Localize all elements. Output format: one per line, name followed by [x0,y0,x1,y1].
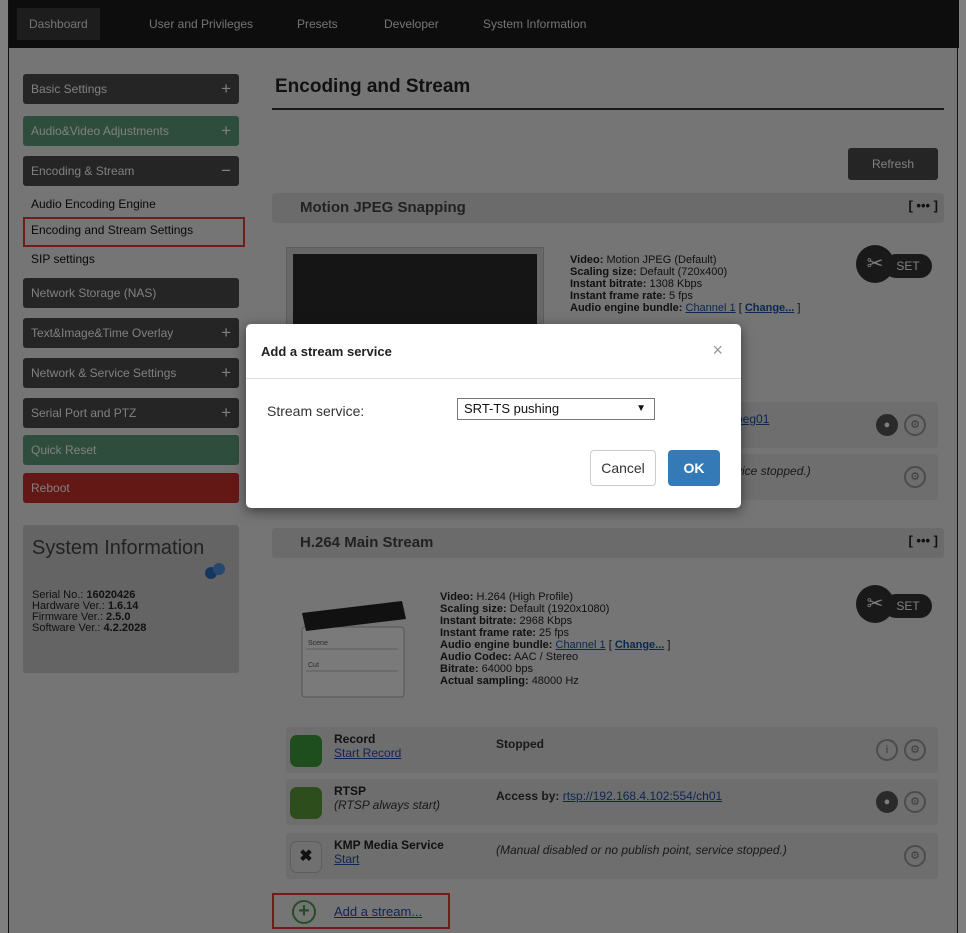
close-icon[interactable]: × [712,340,723,361]
stream-service-label: Stream service: [267,403,365,419]
stream-service-select[interactable]: SRT-TS pushing ▼ [457,398,655,420]
ok-button[interactable]: OK [668,450,720,486]
dropdown-arrow-icon: ▼ [636,403,646,414]
dialog-title: Add a stream service [261,344,392,359]
add-stream-service-dialog: Add a stream service × Stream service: S… [246,324,741,508]
dialog-divider [246,378,741,379]
cancel-button[interactable]: Cancel [590,450,656,486]
